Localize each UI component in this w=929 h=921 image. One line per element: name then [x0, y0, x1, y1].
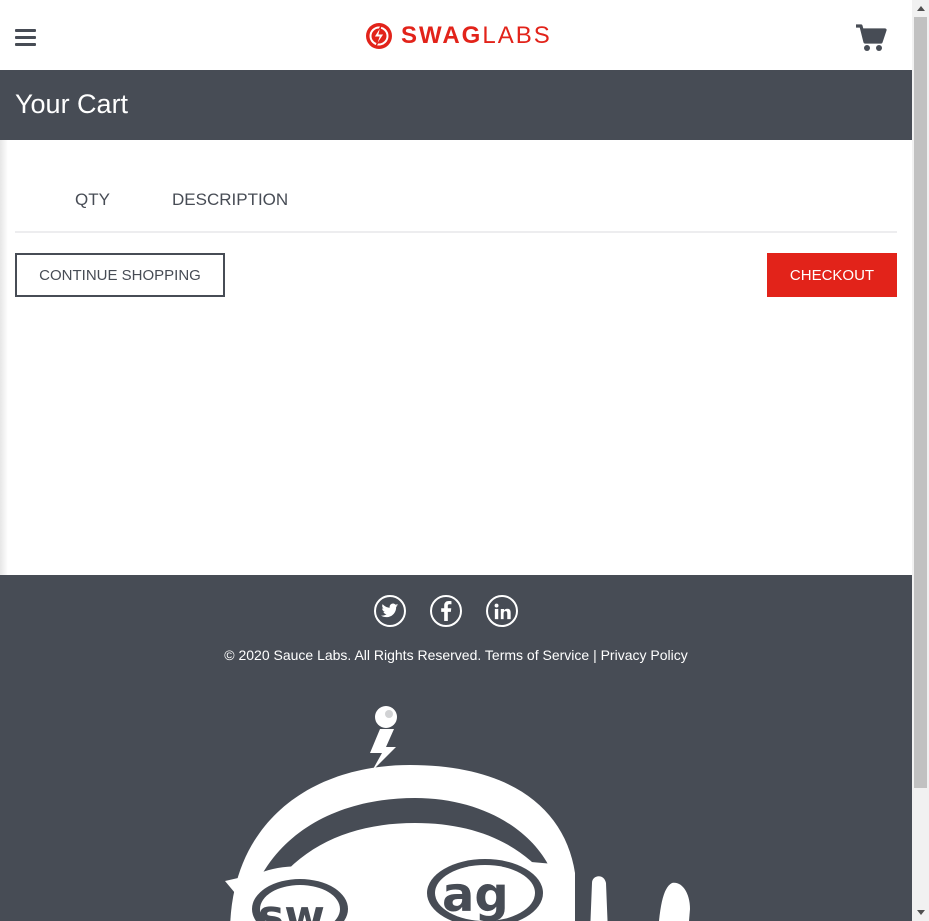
copyright-text: © 2020 Sauce Labs. All Rights Reserved. — [224, 647, 482, 663]
cart-divider — [15, 231, 897, 233]
footer-separator: | — [593, 647, 597, 663]
shopping-cart-icon[interactable] — [855, 23, 887, 53]
left-shadow — [0, 70, 8, 575]
description-column-header: DESCRIPTION — [172, 190, 289, 209]
swag-bot-illustration: sw ag — [225, 706, 690, 921]
continue-shopping-button[interactable]: CONTINUE SHOPPING — [15, 253, 225, 297]
swag-labs-logo-icon — [366, 23, 392, 49]
facebook-icon[interactable] — [430, 595, 462, 627]
footer-copyright: © 2020 Sauce Labs. All Rights Reserved. … — [0, 647, 912, 663]
linkedin-icon[interactable] — [486, 595, 518, 627]
header: SWAGLABS — [0, 0, 912, 70]
qty-column-header: QTY — [75, 190, 110, 209]
scroll-up-arrow-icon[interactable] — [912, 0, 929, 17]
logo-text: SWAGLABS — [401, 22, 552, 49]
privacy-policy-link[interactable]: Privacy Policy — [601, 647, 688, 663]
footer: © 2020 Sauce Labs. All Rights Reserved. … — [0, 575, 912, 921]
hamburger-menu-icon[interactable] — [15, 29, 36, 46]
twitter-icon[interactable] — [374, 595, 406, 627]
checkout-button[interactable]: CHECKOUT — [767, 253, 897, 297]
svg-text:ag: ag — [442, 867, 509, 921]
subheader: Your Cart — [0, 70, 912, 140]
svg-text:sw: sw — [258, 891, 325, 921]
swag-labs-logo: SWAGLABS — [365, 21, 552, 51]
page: SWAGLABS Your Cart QTY DESCRIPTION CONTI… — [0, 0, 912, 921]
scroll-down-arrow-icon[interactable] — [912, 904, 929, 921]
vertical-scrollbar[interactable] — [912, 0, 929, 921]
terms-of-service-link[interactable]: Terms of Service — [485, 647, 589, 663]
scrollbar-thumb[interactable] — [914, 17, 927, 788]
page-title: Your Cart — [15, 89, 129, 119]
